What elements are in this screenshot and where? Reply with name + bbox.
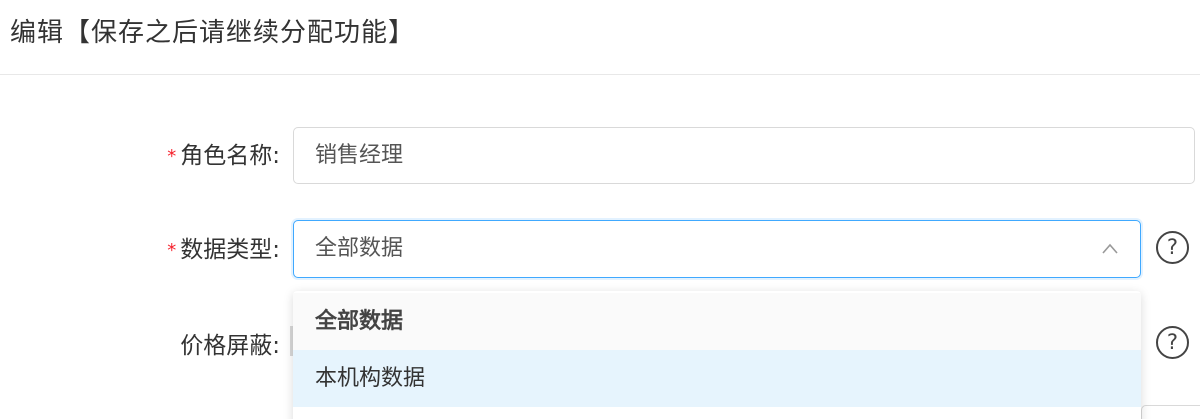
data-type-selected-value: 全部数据: [315, 236, 404, 261]
dropdown-option-org-data[interactable]: 本机构数据: [293, 350, 1141, 407]
price-mask-label: 价格屏蔽:: [180, 333, 280, 359]
next-field-edge: [1141, 405, 1200, 419]
data-type-row: * 数据类型: 全部数据 ?: [0, 220, 1200, 278]
data-type-help-icon[interactable]: ?: [1156, 231, 1189, 264]
role-name-label-text: 角色名称:: [180, 143, 280, 169]
dropdown-option-all-data[interactable]: 全部数据: [293, 293, 1141, 350]
role-name-label: * 角色名称:: [167, 141, 280, 173]
modal-header: 编辑【保存之后请继续分配功能】: [0, 0, 1200, 75]
data-type-select[interactable]: 全部数据: [293, 220, 1141, 278]
data-type-label: * 数据类型:: [167, 235, 280, 267]
required-mark: *: [167, 240, 177, 261]
chevron-up-icon[interactable]: [1102, 241, 1118, 257]
role-name-input[interactable]: 销售经理: [293, 127, 1195, 184]
data-type-label-text: 数据类型:: [180, 237, 280, 263]
data-type-dropdown: 全部数据 本机构数据: [293, 291, 1141, 419]
role-name-row: * 角色名称: 销售经理: [0, 127, 1200, 184]
required-mark: *: [167, 146, 177, 167]
price-mask-help-icon[interactable]: ?: [1156, 326, 1189, 359]
modal-title: 编辑【保存之后请继续分配功能】: [10, 18, 416, 48]
